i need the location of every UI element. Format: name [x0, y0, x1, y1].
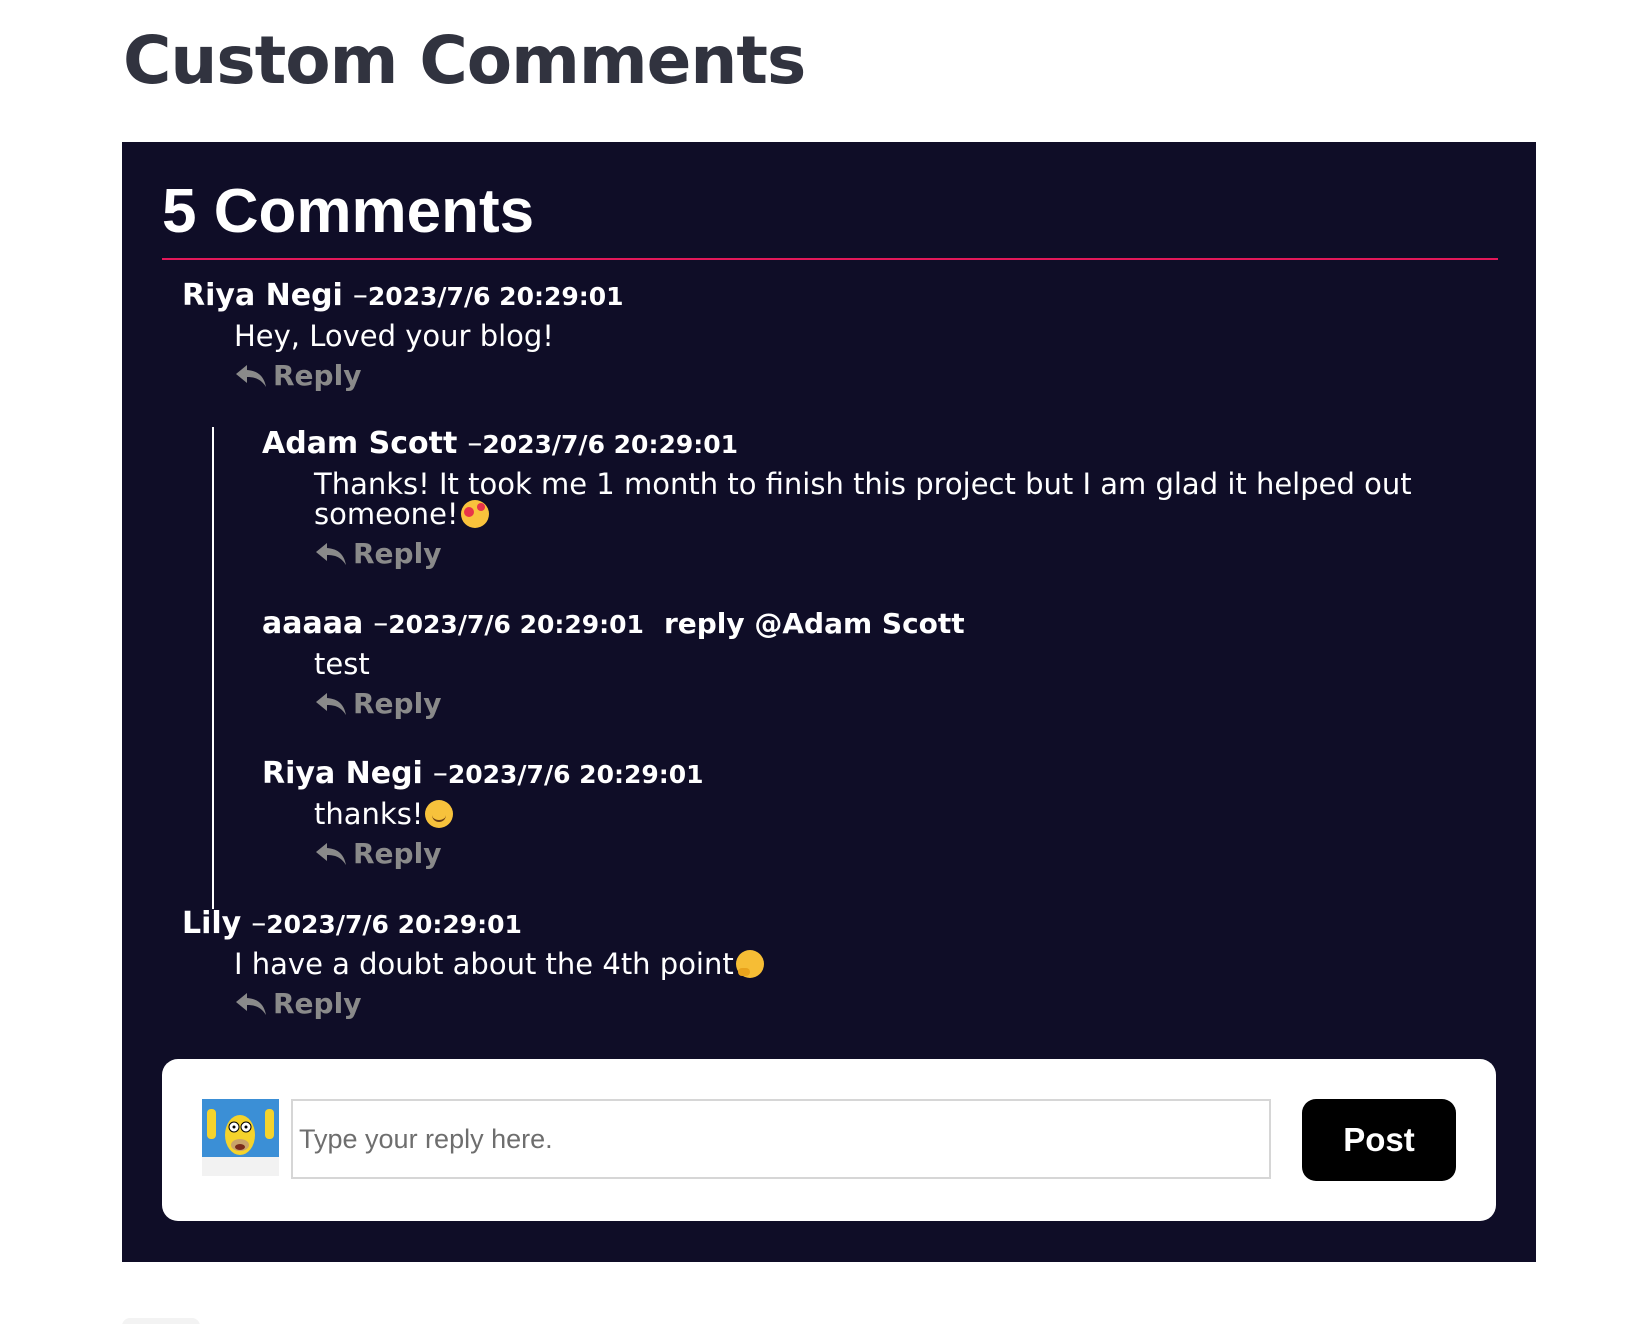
smiling-face-with-hearts-icon — [460, 500, 489, 528]
comments-panel: 5 Comments Riya Negi – 2023/7/6 20:29:01… — [122, 142, 1536, 1262]
reply-composer: Post — [162, 1059, 1496, 1221]
comment-author: Riya Negi — [262, 756, 423, 791]
reply-button[interactable]: Reply — [314, 687, 965, 720]
reply-button[interactable]: Reply — [314, 837, 704, 870]
comment-header: Lily – 2023/7/6 20:29:01 — [182, 906, 764, 941]
comment-author: Adam Scott — [262, 426, 458, 461]
reply-arrow-icon — [316, 542, 346, 565]
comment-text: I have a doubt about the 4th point — [234, 949, 764, 979]
comment-dash: – — [467, 426, 483, 461]
comment-date: 2023/7/6 20:29:01 — [447, 760, 704, 789]
comment-date: 2023/7/6 20:29:01 — [388, 610, 644, 639]
comment: Riya Negi – 2023/7/6 20:29:01 thanks! Re… — [262, 756, 704, 870]
reply-to-label: reply @Adam Scott — [663, 607, 965, 640]
comment-author: Lily — [182, 906, 242, 941]
comment-text: Hey, Loved your blog! — [234, 321, 624, 351]
comment-dash: – — [352, 278, 368, 313]
reply-arrow-icon — [316, 842, 346, 865]
comment-text: test — [314, 649, 965, 679]
comment-dash: – — [373, 606, 389, 641]
reply-button[interactable]: Reply — [234, 359, 624, 392]
avatar — [202, 1099, 279, 1176]
comment-header: Adam Scott – 2023/7/6 20:29:01 — [262, 426, 1412, 461]
comment-text-content: thanks! — [314, 797, 424, 831]
comment-header: Riya Negi – 2023/7/6 20:29:01 — [182, 278, 624, 313]
comment-text: thanks! — [314, 799, 704, 829]
comment: Lily – 2023/7/6 20:29:01 I have a doubt … — [182, 906, 764, 1020]
reply-label: Reply — [273, 987, 362, 1020]
comment: aaaaa – 2023/7/6 20:29:01 reply @Adam Sc… — [262, 606, 965, 720]
reply-label: Reply — [353, 537, 442, 570]
reply-label: Reply — [353, 837, 442, 870]
comment-date: 2023/7/6 20:29:01 — [482, 430, 739, 459]
comment-author: Riya Negi — [182, 278, 343, 313]
bottom-stub — [122, 1318, 200, 1324]
comment-text-line: someone! — [314, 497, 459, 531]
heading-divider — [162, 258, 1498, 260]
comment: Adam Scott – 2023/7/6 20:29:01 Thanks! I… — [262, 426, 1412, 570]
thinking-face-icon — [735, 950, 764, 978]
reply-arrow-icon — [316, 692, 346, 715]
reply-arrow-icon — [236, 992, 266, 1015]
comment-date: 2023/7/6 20:29:01 — [266, 910, 522, 939]
homer-avatar-icon — [202, 1099, 279, 1176]
reply-label: Reply — [353, 687, 442, 720]
comment-author: aaaaa — [262, 606, 364, 641]
reply-arrow-icon — [236, 364, 266, 387]
comment-header: aaaaa – 2023/7/6 20:29:01 reply @Adam Sc… — [262, 606, 965, 641]
smiling-face-icon — [425, 800, 454, 828]
comments-count-heading: 5 Comments — [162, 177, 535, 246]
reply-button[interactable]: Reply — [314, 537, 1412, 570]
reply-label: Reply — [273, 359, 362, 392]
comment-text: Thanks! It took me 1 month to finish thi… — [314, 469, 1412, 529]
post-button[interactable]: Post — [1302, 1099, 1456, 1181]
comment-date: 2023/7/6 20:29:01 — [367, 282, 624, 311]
comment-text-content: Hey, Loved your blog! — [234, 319, 554, 353]
comment-text-line: Thanks! It took me 1 month to finish thi… — [314, 467, 1412, 501]
comment-dash: – — [432, 756, 448, 791]
reply-button[interactable]: Reply — [234, 987, 764, 1020]
comment: Riya Negi – 2023/7/6 20:29:01 Hey, Loved… — [182, 278, 624, 392]
comment-text-content: test — [314, 647, 370, 681]
comment-text-content: I have a doubt about the 4th point — [234, 947, 734, 981]
comment-header: Riya Negi – 2023/7/6 20:29:01 — [262, 756, 704, 791]
thread-line — [212, 427, 214, 909]
comment-dash: – — [251, 906, 267, 941]
reply-input[interactable] — [291, 1099, 1271, 1179]
page-title: Custom Comments — [123, 22, 806, 99]
